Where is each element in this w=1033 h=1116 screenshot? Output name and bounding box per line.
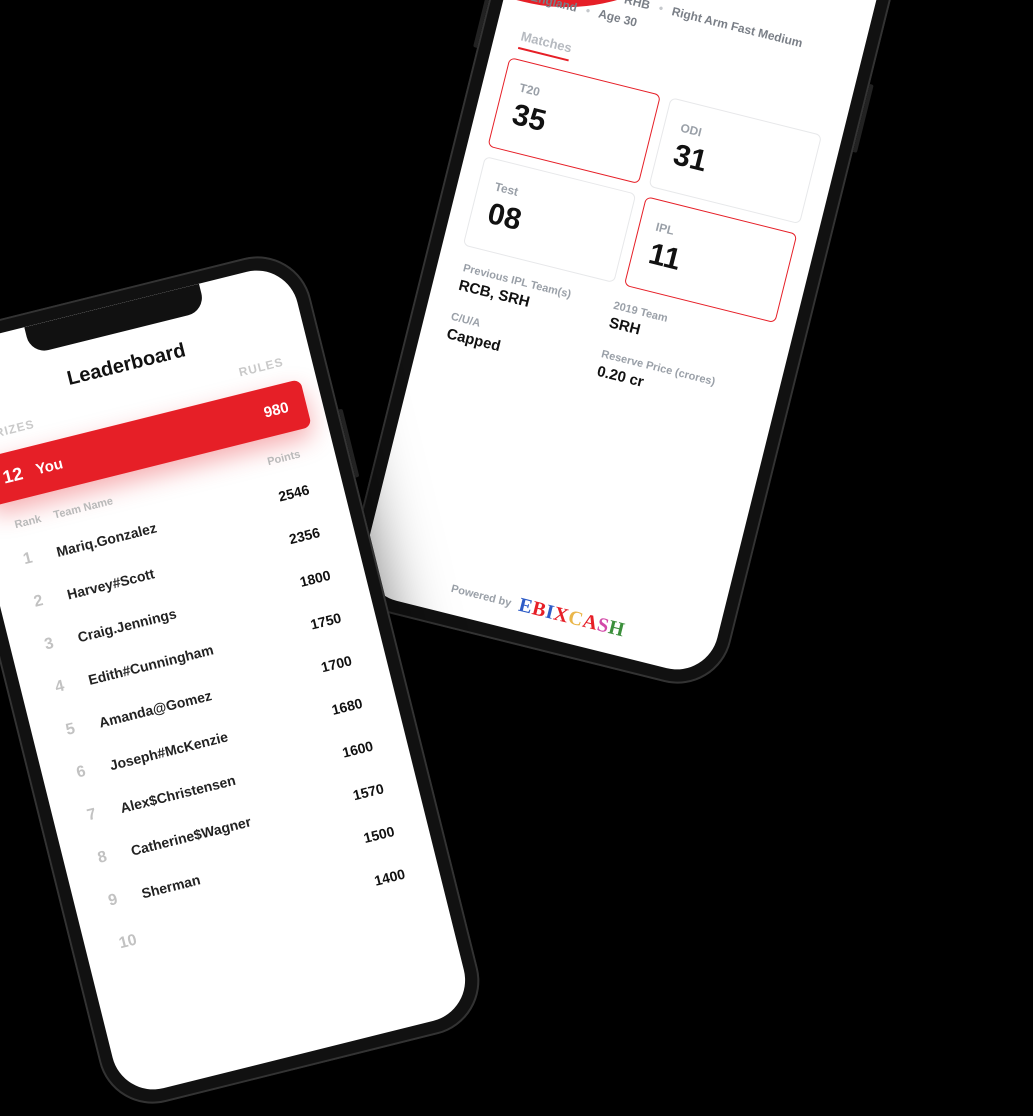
- row-team-name: Harvey#Scott: [65, 565, 156, 602]
- phone-player: Chris Jordan All-Rounder • RHB • Right A…: [339, 0, 911, 695]
- row-rank: 9: [107, 885, 144, 911]
- row-points: 1700: [319, 652, 353, 675]
- row-points: 1400: [373, 866, 407, 889]
- row-points: 1570: [351, 780, 385, 803]
- col-rank: Rank: [13, 510, 55, 531]
- matches-section-label: Matches: [518, 28, 574, 61]
- row-rank: 8: [96, 842, 133, 868]
- meta-batting: RHB: [623, 0, 652, 12]
- row-points: 2356: [287, 524, 321, 547]
- brand-logo: EBIXCASH: [516, 594, 627, 643]
- row-points: 1680: [330, 695, 364, 718]
- you-label: You: [34, 455, 65, 478]
- meta-country: England: [529, 0, 578, 15]
- row-rank: 3: [43, 629, 80, 655]
- col-points: Points: [266, 448, 302, 468]
- row-rank: 6: [75, 757, 112, 783]
- you-rank: 12: [1, 460, 39, 489]
- row-rank: 2: [32, 586, 69, 612]
- row-rank: 5: [64, 714, 101, 740]
- row-rank: 1: [21, 543, 58, 569]
- screen-player: Chris Jordan All-Rounder • RHB • Right A…: [356, 0, 894, 678]
- row-points: 1800: [298, 567, 332, 590]
- row-rank: 7: [85, 800, 122, 826]
- overseas-icon: [699, 0, 731, 4]
- row-points: 1500: [362, 823, 396, 846]
- row-rank: 10: [117, 928, 154, 954]
- row-rank: 4: [53, 671, 90, 697]
- powered-by-label: Powered by: [450, 582, 513, 609]
- row-team-name: Sherman: [140, 871, 202, 901]
- powered-by: Powered by EBIXCASH: [359, 555, 716, 665]
- row-points: 1750: [309, 610, 343, 633]
- row-points: 2546: [277, 481, 311, 504]
- row-points: 1600: [341, 738, 375, 761]
- meta-age: Age 30: [597, 7, 639, 30]
- you-points: 980: [262, 399, 290, 422]
